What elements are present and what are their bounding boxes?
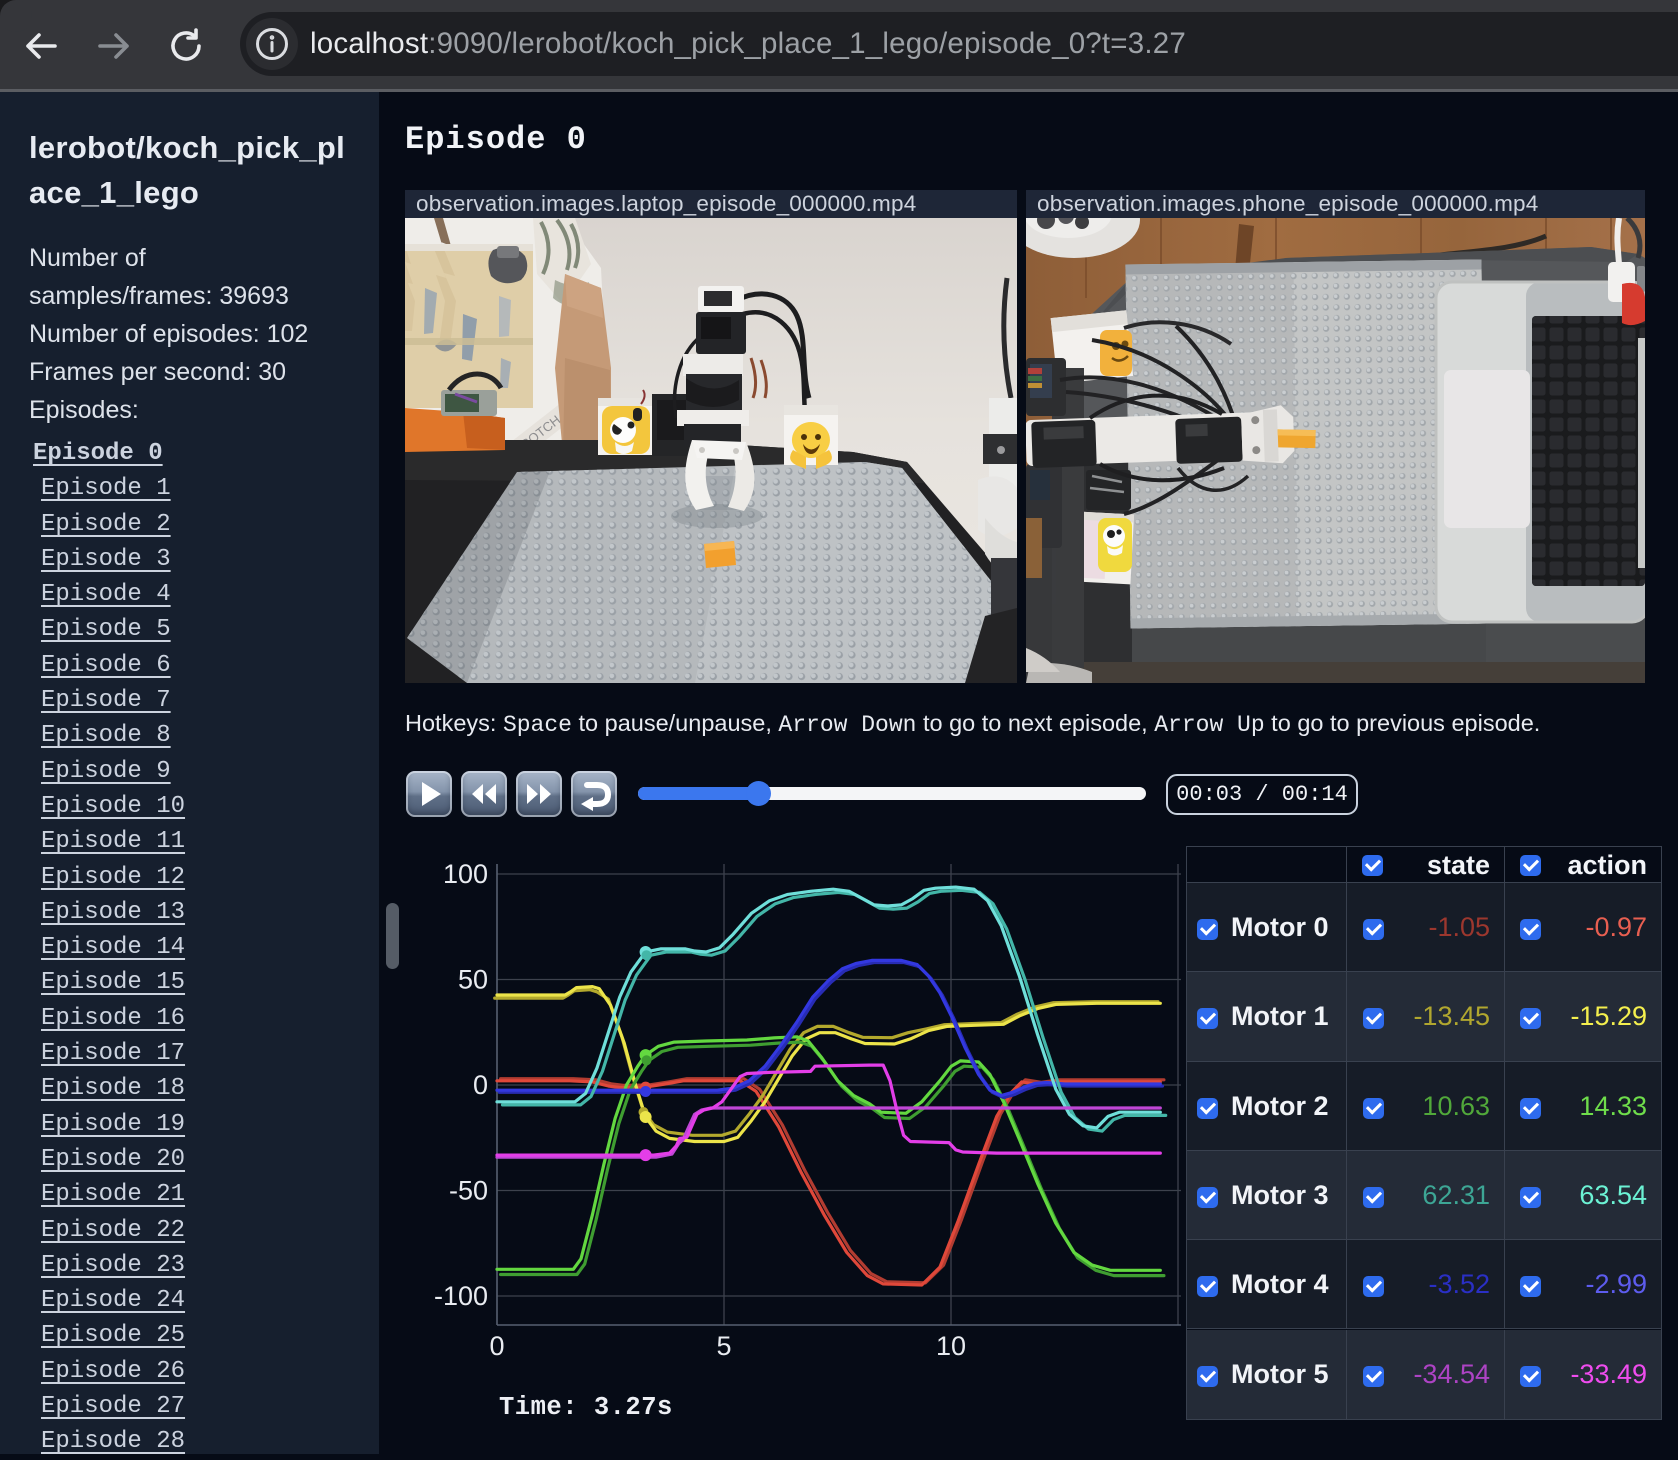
svg-text:0: 0 xyxy=(473,1070,488,1100)
svg-text:-100: -100 xyxy=(434,1281,488,1311)
svg-text:5: 5 xyxy=(716,1331,731,1361)
svg-text:Time: 3.27s: Time: 3.27s xyxy=(499,1393,673,1422)
svg-text:-50: -50 xyxy=(449,1176,488,1206)
svg-text:10: 10 xyxy=(936,1331,966,1361)
svg-text:100: 100 xyxy=(443,859,488,889)
svg-text:50: 50 xyxy=(458,965,488,995)
svg-text:0: 0 xyxy=(489,1331,504,1361)
